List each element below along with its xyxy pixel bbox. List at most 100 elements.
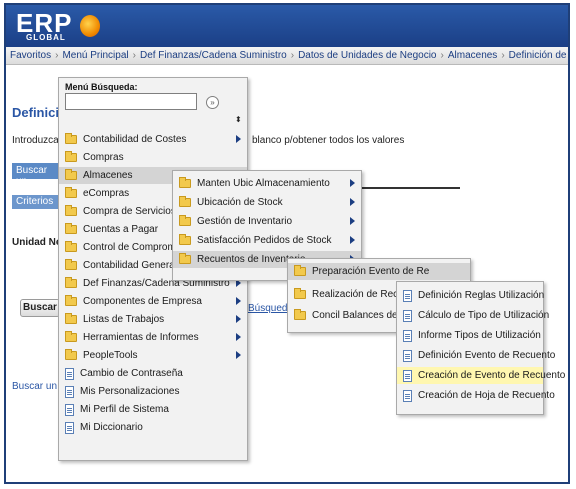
- logo[interactable]: ERP GLOBAL: [16, 9, 116, 43]
- search-button[interactable]: Buscar: [20, 299, 60, 317]
- folder-icon: [294, 288, 306, 299]
- folder-icon: [65, 313, 77, 324]
- folder-icon: [65, 187, 77, 198]
- submenu-arrow-icon: [350, 198, 355, 206]
- menu-item-informe-tipos[interactable]: Informe Tipos de Utilización: [397, 327, 543, 344]
- folder-icon: [65, 169, 77, 180]
- document-icon: [403, 309, 412, 322]
- breadcrumb: Favoritos › Menú Principal › Def Finanza…: [6, 47, 568, 65]
- breadcrumb-def-finanzas[interactable]: Def Finanzas/Cadena Suministro: [140, 50, 287, 61]
- folder-icon: [179, 177, 191, 188]
- menu-item-componentes-empresa[interactable]: Componentes de Empresa: [59, 293, 247, 310]
- busqueda-link[interactable]: Búsqued: [248, 303, 287, 314]
- folder-icon: [65, 151, 77, 162]
- menu-item-label: Mis Personalizaciones: [80, 386, 180, 397]
- menu-item-label: Cálculo de Tipo de Utilización: [418, 310, 550, 321]
- breadcrumb-almacenes[interactable]: Almacenes: [448, 50, 497, 61]
- menu-item-calculo-tipo[interactable]: Cálculo de Tipo de Utilización: [397, 307, 549, 324]
- app-header: ERP GLOBAL: [6, 5, 568, 47]
- menu-item-label: Creación de Hoja de Recuento: [418, 390, 555, 401]
- instructions-text-tail: blanco p/obtener todos los valores: [252, 135, 405, 146]
- breadcrumb-separator: ›: [132, 50, 136, 61]
- menu-item-manten-ubic[interactable]: Manten Ubic Almacenamiento: [173, 175, 361, 192]
- folder-icon: [294, 265, 306, 276]
- menu-item-label: Cuentas a Pagar: [83, 224, 159, 235]
- menu-item-label: Informe Tipos de Utilización: [418, 330, 541, 341]
- menu-item-herramientas-informes[interactable]: Herramientas de Informes: [59, 329, 247, 346]
- document-icon: [65, 421, 74, 434]
- breadcrumb-definicion-almacenes[interactable]: Definición de Almacenes: [509, 50, 568, 61]
- menu-item-label: Creación de Evento de Recuento: [418, 370, 566, 381]
- breadcrumb-favoritos[interactable]: Favoritos: [10, 50, 51, 61]
- tab-buscar[interactable]: Buscar un: [12, 163, 64, 187]
- menu-item-label: Manten Ubic Almacenamiento: [197, 178, 330, 189]
- menu-item-gestion-inventario[interactable]: Gestión de Inventario: [173, 213, 361, 230]
- criteria-section-toggle[interactable]: Criterios: [12, 195, 64, 209]
- folder-icon: [294, 309, 306, 320]
- menu-item-mis-personalizaciones[interactable]: Mis Personalizaciones: [59, 383, 247, 400]
- breadcrumb-separator: ›: [501, 50, 505, 61]
- menu-item-label: Listas de Trabajos: [83, 314, 165, 325]
- submenu-arrow-icon: [236, 333, 241, 341]
- submenu-arrow-icon: [236, 297, 241, 305]
- menu-item-label: PeopleTools: [83, 350, 138, 361]
- menu-item-mi-diccionario[interactable]: Mi Diccionario: [59, 419, 247, 436]
- submenu-arrow-icon: [350, 236, 355, 244]
- menu-item-satisfaccion-pedidos[interactable]: Satisfacción Pedidos de Stock: [173, 232, 361, 249]
- menu-item-label: Ubicación de Stock: [197, 197, 283, 208]
- document-icon: [403, 389, 412, 402]
- menu-item-definicion-evento[interactable]: Definición Evento de Recuento: [397, 347, 555, 364]
- menu-item-listas-trabajos[interactable]: Listas de Trabajos: [59, 311, 247, 328]
- breadcrumb-separator: ›: [55, 50, 59, 61]
- breadcrumb-menu-principal[interactable]: Menú Principal: [62, 50, 128, 61]
- unidad-negocio-label: Unidad Ne: [12, 237, 62, 248]
- go-arrow-icon[interactable]: »: [206, 96, 219, 109]
- menu-item-label: Mi Perfil de Sistema: [80, 404, 169, 415]
- menu-item-label: Satisfacción Pedidos de Stock: [197, 235, 332, 246]
- submenu-arrow-icon: [236, 315, 241, 323]
- submenu-arrow-icon: [350, 217, 355, 225]
- menu-item-label: Cambio de Contraseña: [80, 368, 183, 379]
- menu-item-label: Compra de Servicios: [83, 206, 176, 217]
- submenu-arrow-icon: [236, 351, 241, 359]
- menu-item-label: Preparación Evento de Re: [312, 266, 430, 277]
- menu-item-label: Herramientas de Informes: [83, 332, 199, 343]
- document-icon: [403, 369, 412, 382]
- folder-icon: [179, 215, 191, 226]
- folder-icon: [65, 349, 77, 360]
- menu-item-label: Gestión de Inventario: [197, 216, 293, 227]
- folder-icon: [179, 196, 191, 207]
- breadcrumb-separator: ›: [290, 50, 295, 61]
- menu-item-label: Definición Reglas Utilización: [418, 290, 545, 301]
- breadcrumb-datos-unidades[interactable]: Datos de Unidades de Negocio: [298, 50, 436, 61]
- folder-icon: [65, 133, 77, 144]
- logo-swirl-icon: [80, 15, 100, 37]
- breadcrumb-separator: ›: [440, 50, 444, 61]
- menu-item-creacion-evento[interactable]: Creación de Evento de Recuento: [397, 367, 565, 384]
- menu-item-label: Mi Diccionario: [80, 422, 143, 433]
- preparacion-submenu: Definición Reglas Utilización Cálculo de…: [396, 281, 565, 415]
- folder-icon: [65, 277, 77, 288]
- menu-item-ubicacion-stock[interactable]: Ubicación de Stock: [173, 194, 361, 211]
- menu-item-definicion-reglas[interactable]: Definición Reglas Utilización: [397, 287, 545, 304]
- menu-item-mi-perfil[interactable]: Mi Perfil de Sistema: [59, 401, 247, 418]
- menu-item-peopletools[interactable]: PeopleTools: [59, 347, 247, 364]
- menu-item-label: Definición Evento de Recuento: [418, 350, 556, 361]
- menu-item-contabilidad-costes[interactable]: Contabilidad de Costes: [59, 131, 247, 148]
- menu-item-preparacion-evento[interactable]: Preparación Evento de Re: [288, 263, 470, 280]
- folder-icon: [65, 205, 77, 216]
- sort-arrows-icon[interactable]: ⬍: [235, 115, 242, 124]
- document-icon: [65, 385, 74, 398]
- menu-item-label: Almacenes: [83, 170, 133, 181]
- submenu-arrow-icon: [236, 135, 241, 143]
- menu-search-input[interactable]: [65, 93, 197, 110]
- menu-item-cambio-contrasena[interactable]: Cambio de Contraseña: [59, 365, 247, 382]
- folder-icon: [65, 259, 77, 270]
- menu-item-compras[interactable]: Compras: [59, 149, 247, 166]
- logo-subtitle: GLOBAL: [26, 33, 66, 42]
- folder-icon: [179, 253, 191, 264]
- menu-item-label: Componentes de Empresa: [83, 296, 202, 307]
- menu-item-label: Contabilidad de Costes: [83, 134, 187, 145]
- submenu-arrow-icon: [350, 179, 355, 187]
- menu-item-creacion-hoja[interactable]: Creación de Hoja de Recuento: [397, 387, 555, 404]
